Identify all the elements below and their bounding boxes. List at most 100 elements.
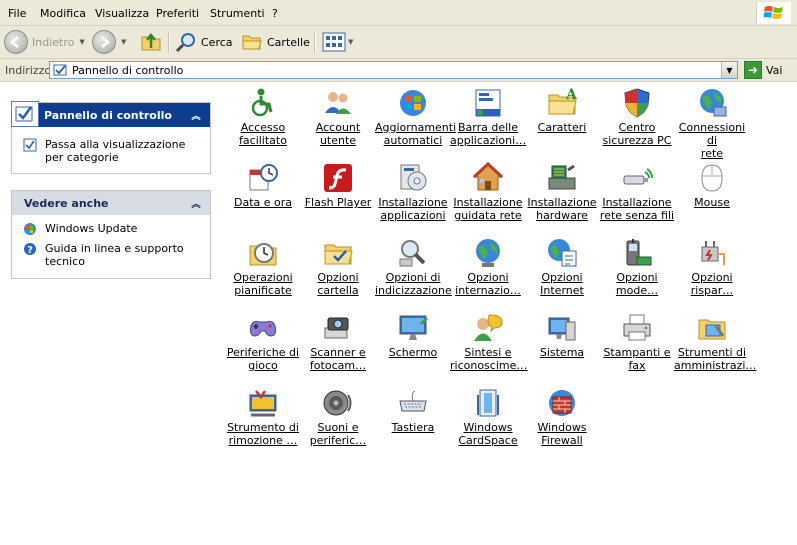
address-input[interactable]: Pannello di controllo ▼ <box>49 61 738 79</box>
control-panel-item[interactable]: Operazioni pianificate <box>225 237 301 297</box>
switch-category-view-text: Passa alla visualizzazione per categorie <box>45 138 186 164</box>
forward-button[interactable]: ▼ <box>92 30 126 54</box>
collapse-chevron-icon[interactable]: ︽ <box>189 196 203 210</box>
item-label-line1: Suoni e <box>317 421 359 434</box>
help-icon: ? <box>24 243 36 256</box>
back-button[interactable]: Indietro ▼ <box>4 30 85 54</box>
control-panel-item[interactable]: Windows CardSpace <box>450 387 526 447</box>
control-panel-item[interactable]: Barra delle applicazioni… <box>450 87 526 147</box>
display-icon <box>399 315 429 340</box>
menu-modifica[interactable]: Modifica <box>40 7 86 20</box>
toolbar: Indietro ▼ ▼ Cerca Cartelle ▼ <box>0 26 797 59</box>
help-support-link[interactable]: ? Guida in linea e supporto tecnico <box>23 242 195 268</box>
control-panel-item[interactable]: Scanner e fotocam… <box>300 312 376 372</box>
search-button[interactable]: Cerca <box>175 30 233 54</box>
windows-update-text: Windows Update <box>45 222 138 235</box>
switch-category-view-link[interactable]: Passa alla visualizzazione per categorie <box>23 138 195 164</box>
svg-text:A: A <box>565 87 578 103</box>
menu-file[interactable]: File <box>8 7 26 20</box>
control-panel-item[interactable]: A Caratteri <box>524 87 600 134</box>
item-label-line1: Sistema <box>539 346 585 359</box>
task-pane-title: Pannello di controllo <box>44 108 172 122</box>
control-panel-item[interactable]: Stampanti e fax <box>599 312 675 372</box>
network-globe-icon <box>700 89 727 117</box>
item-label: Strumento di rimozione … <box>225 421 301 447</box>
item-label-line1: Flash Player <box>304 196 372 209</box>
go-arrow-icon: ➜ <box>744 61 762 79</box>
control-panel-small-icon <box>53 63 69 80</box>
control-panel-item[interactable]: Installazione guidata rete <box>450 162 526 222</box>
item-label: Opzioni Internet <box>524 271 600 297</box>
back-dropdown-icon[interactable]: ▼ <box>79 38 84 46</box>
item-label: Strumenti di amministrazi… <box>674 346 756 372</box>
control-panel-item[interactable]: Data e ora <box>225 162 301 209</box>
item-label-line2: periferic… <box>309 434 367 447</box>
control-panel-item[interactable]: Opzioni rispar… <box>674 237 750 297</box>
item-label: Windows CardSpace <box>450 421 526 447</box>
address-value: Pannello di controllo <box>72 64 184 77</box>
views-dropdown-icon[interactable]: ▼ <box>348 38 353 46</box>
control-panel-item[interactable]: Mouse <box>674 162 750 209</box>
control-panel-item[interactable]: Sintesi e riconoscime… <box>450 312 527 372</box>
control-panel-item[interactable]: Opzioni internazio… <box>450 237 526 297</box>
menu-visualizza[interactable]: Visualizza <box>95 7 149 20</box>
task-pane-header[interactable]: Pannello di controllo ︽ <box>11 101 210 127</box>
item-label-line2: fax <box>628 359 646 372</box>
control-panel-item[interactable]: Account utente <box>300 87 376 147</box>
control-panel-item[interactable]: Strumenti di amministrazi… <box>674 312 756 372</box>
item-label-line2: CardSpace <box>458 434 518 447</box>
up-folder-button[interactable] <box>140 30 162 54</box>
control-panel-item[interactable]: Schermo <box>375 312 451 359</box>
control-panel-item[interactable]: Installazione hardware <box>524 162 600 222</box>
item-label-line2: fotocam… <box>309 359 367 372</box>
item-label: Windows Firewall <box>524 421 600 447</box>
control-panel-item[interactable]: Windows Firewall <box>524 387 600 447</box>
item-label: Tastiera <box>375 421 451 434</box>
see-also-header[interactable]: Vedere anche ︽ <box>12 191 210 215</box>
windows-update-link[interactable]: Windows Update <box>23 222 195 236</box>
item-label-line2: applicazioni… <box>450 134 527 147</box>
control-panel-item[interactable]: Strumento di rimozione … <box>225 387 301 447</box>
item-label: Accesso facilitato <box>225 121 301 147</box>
collapse-chevron-icon[interactable]: ︽ <box>189 108 203 122</box>
control-panel-item[interactable]: Accesso facilitato <box>225 87 301 147</box>
item-label: Barra delle applicazioni… <box>450 121 526 147</box>
control-panel-item[interactable]: Flash Player <box>300 162 376 209</box>
control-panel-item[interactable]: Tastiera <box>375 387 451 434</box>
control-panel-item[interactable]: Centro sicurezza PC <box>599 87 675 147</box>
control-panel-item[interactable]: Opzioni mode… <box>599 237 675 297</box>
printer-icon <box>623 314 651 341</box>
item-label-line1: Windows <box>537 421 587 434</box>
address-dropdown-icon[interactable]: ▼ <box>721 62 737 78</box>
item-label: Mouse <box>674 196 750 209</box>
item-label: Connessioni di rete <box>674 121 750 160</box>
control-panel-item[interactable]: Installazione rete senza fili <box>599 162 675 222</box>
windows-logo-icon <box>756 2 791 24</box>
item-label-line2: mode… <box>615 284 659 297</box>
folders-button[interactable]: Cartelle <box>241 30 310 54</box>
item-label-line1: Centro <box>618 121 656 134</box>
forward-dropdown-icon[interactable]: ▼ <box>121 38 126 46</box>
go-button[interactable]: ➜ Vai <box>744 61 782 79</box>
control-panel-item[interactable]: Installazione applicazioni <box>375 162 451 222</box>
taskbar-icon <box>475 89 501 117</box>
control-panel-item[interactable]: Connessioni di rete <box>674 87 750 160</box>
item-label-line2: rete senza fili <box>599 209 675 222</box>
cardspace-icon <box>477 389 499 417</box>
wireless-icon <box>623 168 653 185</box>
control-panel-item[interactable]: Opzioni di indicizzazione <box>375 237 452 297</box>
control-panel-item[interactable]: Opzioni Internet <box>524 237 600 297</box>
control-panel-item[interactable]: Suoni e periferic… <box>300 387 376 447</box>
menu-help[interactable]: ? <box>272 7 278 20</box>
menu-strumenti[interactable]: Strumenti <box>210 7 265 20</box>
views-button[interactable]: ▼ <box>322 30 353 54</box>
item-label: Installazione guidata rete <box>450 196 526 222</box>
control-panel-item[interactable]: Opzioni cartella <box>300 237 376 297</box>
item-label-line2: Internet <box>540 284 584 297</box>
item-label-line1: Mouse <box>694 196 730 209</box>
item-label: Stampanti e fax <box>599 346 675 372</box>
control-panel-item[interactable]: Periferiche di gioco <box>225 312 301 372</box>
control-panel-item[interactable]: Aggiornamenti automatici <box>375 87 456 147</box>
menu-preferiti[interactable]: Preferiti <box>156 7 199 20</box>
control-panel-item[interactable]: Sistema <box>524 312 600 359</box>
